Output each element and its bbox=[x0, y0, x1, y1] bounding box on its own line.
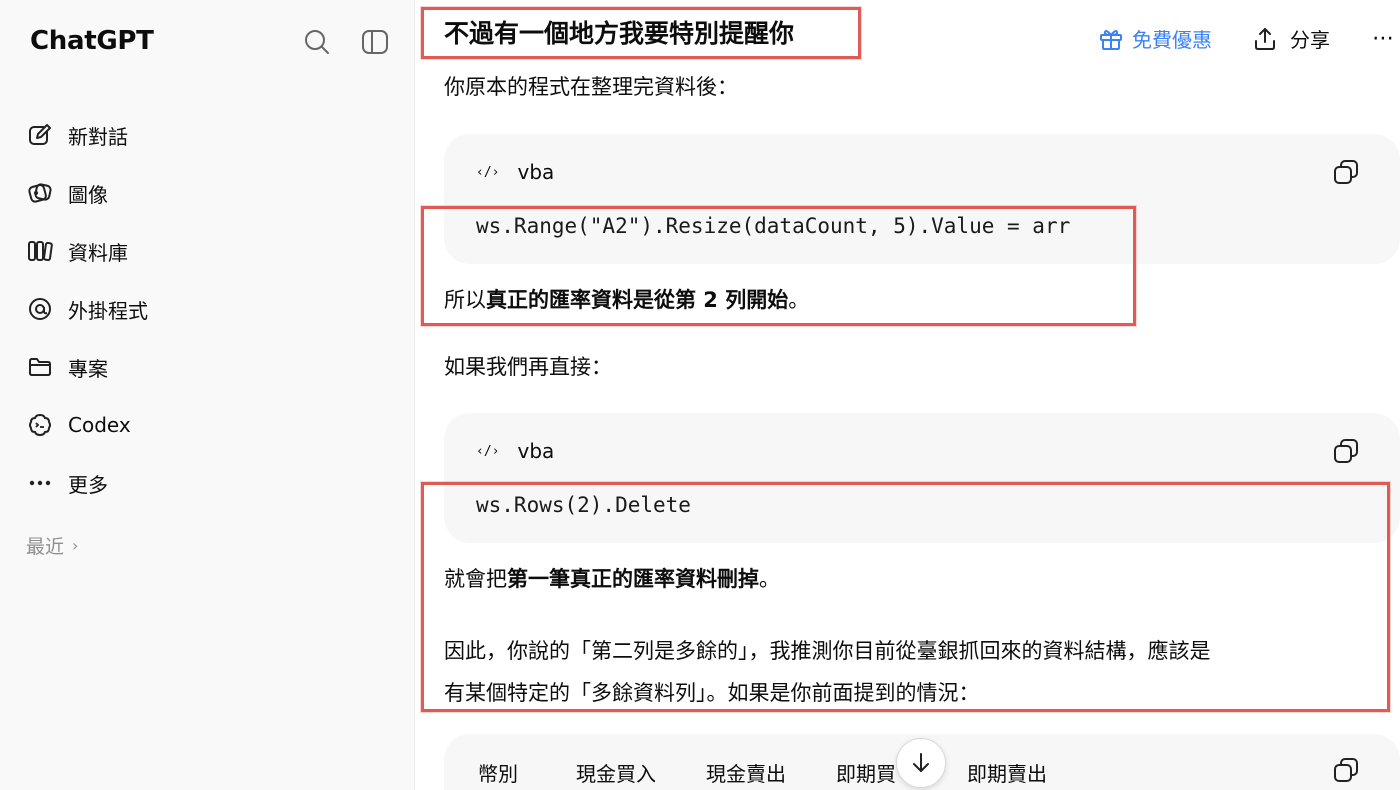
main-content: 免費優惠 分享 ⋯ 不過有一個地方我要特別提醒你 你原本的程式在整理完資料後： … bbox=[416, 0, 1400, 790]
copy-code-button[interactable] bbox=[1332, 437, 1360, 465]
sidebar-item-new-chat[interactable]: 新對話 bbox=[26, 106, 396, 164]
message-paragraph: 所以真正的匯率資料是從第 2 列開始。 bbox=[444, 283, 809, 317]
sidebar-item-library[interactable]: 資料庫 bbox=[26, 222, 396, 280]
message-heading: 不過有一個地方我要特別提醒你 bbox=[444, 19, 795, 48]
sidebar-item-label: 圖像 bbox=[68, 182, 108, 207]
paragraph-text: 就會把 bbox=[444, 567, 507, 591]
folder-icon bbox=[26, 353, 54, 381]
sidebar-item-label: 新對話 bbox=[68, 124, 128, 149]
sidebar-item-label: 資料庫 bbox=[68, 240, 128, 265]
chevron-right-icon: › bbox=[72, 536, 79, 555]
arrow-down-icon bbox=[913, 753, 929, 772]
message-paragraph: 因此，你說的「第二列是多餘的」，我推測你目前從臺銀抓回來的資料結構，應該是 有某… bbox=[444, 630, 1211, 714]
sidebar-item-codex[interactable]: Codex bbox=[26, 396, 396, 454]
table-header-cell: 現金賣出 bbox=[706, 762, 786, 786]
topbar-actions: 免費優惠 分享 ⋯ bbox=[1098, 24, 1400, 53]
edit-icon bbox=[26, 121, 54, 149]
code-block-header: ‹/› vba bbox=[476, 439, 554, 463]
brand-title[interactable]: ChatGPT bbox=[30, 26, 154, 56]
paragraph-text: 。 bbox=[788, 288, 810, 312]
code-content: ws.Range("A2").Resize(dataCount, 5).Valu… bbox=[476, 214, 1071, 238]
sidebar-item-images[interactable]: 圖像 bbox=[26, 164, 396, 222]
table-header-cell: 幣別 bbox=[478, 762, 518, 786]
paragraph-line: 因此，你說的「第二列是多餘的」，我推測你目前從臺銀抓回來的資料結構，應該是 bbox=[444, 639, 1211, 663]
code-block: ‹/› vba ws.Range("A2").Resize(dataCount,… bbox=[444, 134, 1400, 264]
gift-icon bbox=[1100, 29, 1122, 50]
table-header-cell: 即期賣出 bbox=[967, 762, 1047, 786]
more-options-button[interactable]: ⋯ bbox=[1372, 26, 1396, 51]
codex-icon bbox=[26, 411, 54, 439]
sidebar-toggle-icon[interactable] bbox=[361, 28, 389, 56]
scroll-to-bottom-button[interactable] bbox=[896, 738, 946, 788]
image-icon bbox=[26, 179, 54, 207]
sidebar-item-label: Codex bbox=[68, 413, 131, 437]
recent-label: 最近 bbox=[26, 536, 65, 558]
copy-icon bbox=[1334, 758, 1358, 782]
code-icon: ‹/› bbox=[476, 443, 500, 459]
free-offer-button[interactable]: 免費優惠 bbox=[1098, 24, 1212, 53]
sidebar: ChatGPT 新對話 圖像 資料庫 外掛程式 專案 Codex 更多 最近 › bbox=[0, 0, 415, 790]
search-icon[interactable] bbox=[303, 28, 331, 56]
paragraph-bold-text: 真正的匯率資料是從第 2 列開始 bbox=[486, 288, 789, 312]
paragraph-text: 。 bbox=[759, 567, 780, 591]
share-icon bbox=[1255, 27, 1275, 50]
sidebar-nav: 新對話 圖像 資料庫 外掛程式 專案 Codex 更多 bbox=[26, 106, 396, 512]
sidebar-item-more[interactable]: 更多 bbox=[26, 454, 396, 512]
message-paragraph: 就會把第一筆真正的匯率資料刪掉。 bbox=[444, 562, 780, 596]
copy-code-button[interactable] bbox=[1332, 158, 1360, 186]
free-offer-label: 免費優惠 bbox=[1132, 28, 1212, 52]
code-block: ‹/› vba ws.Rows(2).Delete bbox=[444, 413, 1400, 543]
recent-section-toggle[interactable]: 最近 › bbox=[26, 532, 78, 559]
copy-icon bbox=[1334, 439, 1358, 463]
sidebar-item-label: 外掛程式 bbox=[68, 298, 148, 323]
paragraph-line: 有某個特定的「多餘資料列」。如果是你前面提到的情況： bbox=[444, 681, 980, 705]
paragraph-text: 所以 bbox=[444, 288, 486, 312]
copy-code-button[interactable] bbox=[1332, 756, 1360, 784]
table-header-cell: 即期買 bbox=[836, 762, 896, 786]
table-header-cell: 現金買入 bbox=[576, 762, 656, 786]
share-button[interactable]: 分享 bbox=[1252, 24, 1330, 53]
plugin-icon bbox=[26, 295, 54, 323]
paragraph-bold-text: 第一筆真正的匯率資料刪掉 bbox=[507, 567, 759, 591]
code-content: ws.Rows(2).Delete bbox=[476, 493, 691, 517]
code-block-header: ‹/› vba bbox=[476, 160, 554, 184]
message-paragraph-intro: 你原本的程式在整理完資料後： bbox=[444, 75, 738, 99]
library-icon bbox=[26, 237, 54, 265]
sidebar-item-label: 專案 bbox=[68, 356, 108, 381]
more-icon bbox=[26, 469, 54, 497]
sidebar-item-plugins[interactable]: 外掛程式 bbox=[26, 280, 396, 338]
sidebar-item-projects[interactable]: 專案 bbox=[26, 338, 396, 396]
share-label: 分享 bbox=[1290, 28, 1330, 52]
code-icon: ‹/› bbox=[476, 164, 500, 180]
code-language-label: vba bbox=[517, 439, 555, 463]
copy-icon bbox=[1334, 160, 1358, 184]
sidebar-item-label: 更多 bbox=[68, 472, 108, 497]
message-paragraph: 如果我們再直接： bbox=[444, 355, 612, 379]
code-language-label: vba bbox=[517, 160, 555, 184]
